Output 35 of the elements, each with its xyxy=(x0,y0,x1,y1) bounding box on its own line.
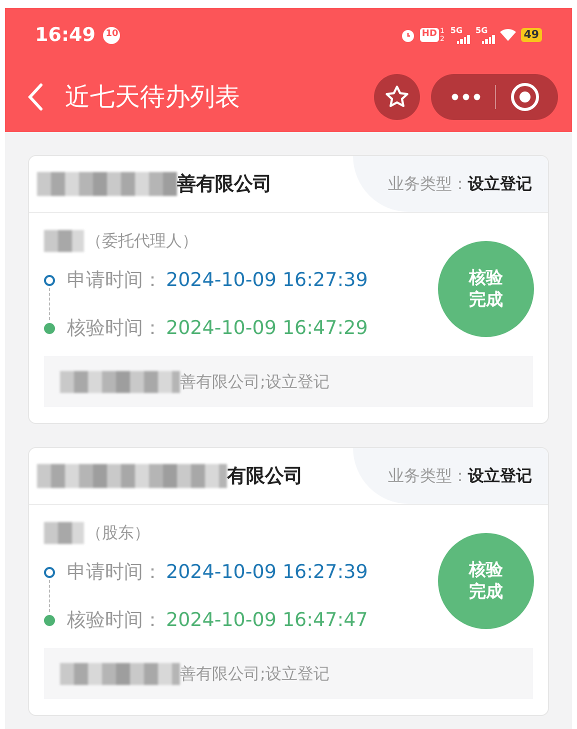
favorite-button[interactable] xyxy=(374,74,420,120)
time-value: 2024-10-09 16:47:47 xyxy=(166,608,368,633)
time-label: 申请时间： xyxy=(67,560,162,585)
company-name: 善有限公司 xyxy=(177,172,272,197)
time-value: 2024-10-09 16:27:39 xyxy=(166,268,368,293)
time-label: 申请时间： xyxy=(67,268,162,293)
time-label: 核验时间： xyxy=(67,316,162,341)
star-icon xyxy=(384,84,410,110)
status-time: 16:49 xyxy=(35,22,96,48)
more-icon[interactable] xyxy=(451,93,481,101)
summary-text: 善有限公司;设立登记 xyxy=(180,370,330,392)
status-badge: 核验完成 xyxy=(438,241,534,337)
signal-indicator: 5G xyxy=(450,26,470,44)
alarm-icon xyxy=(400,27,416,43)
company-name: 有限公司 xyxy=(227,464,303,489)
redaction-block xyxy=(44,230,84,252)
business-type-label: 业务类型： xyxy=(388,465,468,487)
close-target-icon[interactable] xyxy=(510,82,540,112)
role-label: （股东） xyxy=(86,522,150,544)
battery-indicator: 49 xyxy=(520,28,542,42)
business-type-value: 设立登记 xyxy=(468,465,532,487)
time-value: 2024-10-09 16:47:29 xyxy=(166,316,368,341)
business-type-value: 设立登记 xyxy=(468,173,532,195)
time-label: 核验时间： xyxy=(67,608,162,633)
page-title: 近七天待办列表 xyxy=(65,81,240,114)
notification-badge: 10 xyxy=(103,26,120,44)
business-type-label: 业务类型： xyxy=(388,173,468,195)
time-value: 2024-10-09 16:27:39 xyxy=(166,560,368,585)
role-label: （委托代理人） xyxy=(86,230,198,252)
wifi-icon xyxy=(498,28,517,42)
status-badge: 核验完成 xyxy=(438,533,534,629)
signal-indicator: 5G xyxy=(476,26,495,44)
redaction-block xyxy=(44,522,84,544)
back-icon[interactable] xyxy=(25,82,45,112)
summary-text: 善有限公司;设立登记 xyxy=(180,662,330,684)
